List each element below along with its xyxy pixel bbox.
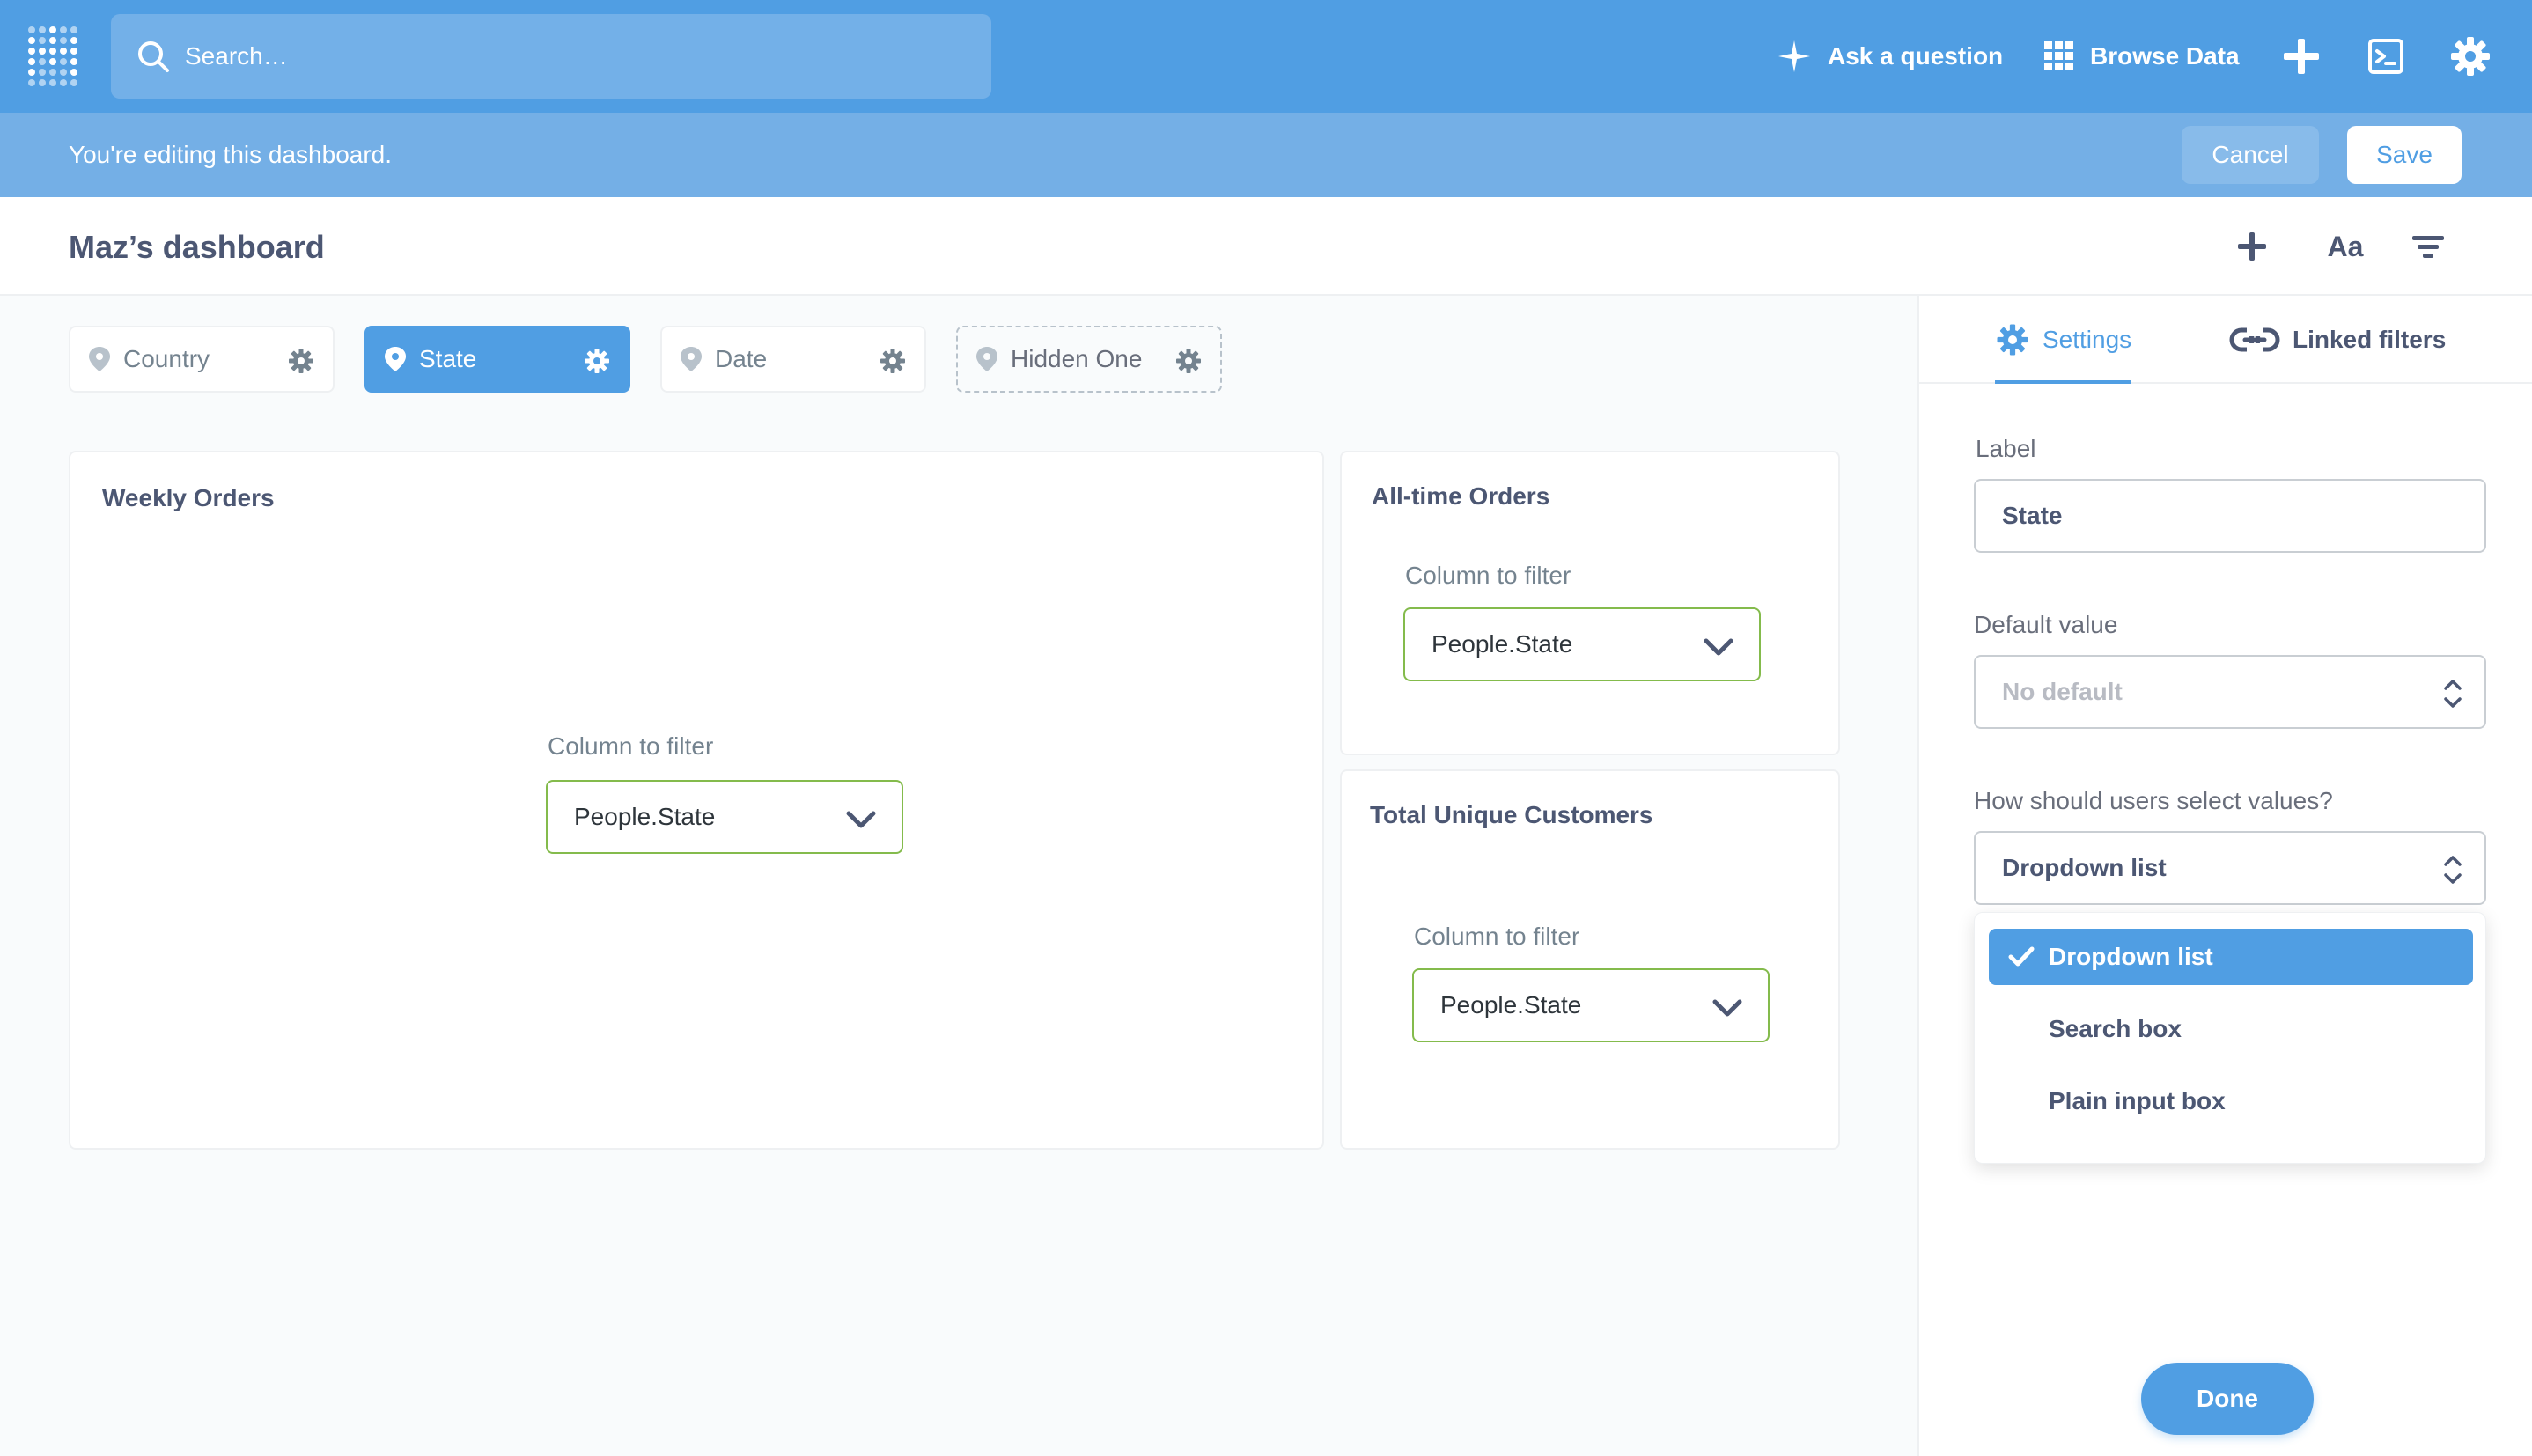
select-method-value: Dropdown list — [2002, 854, 2167, 881]
card-total-unique-customers: Total Unique Customers Column to filter … — [1340, 769, 1840, 1150]
sidebar-tabs: Settings Linked filters — [1919, 296, 2532, 384]
option-label: Dropdown list — [2049, 943, 2213, 970]
location-pin-icon — [976, 347, 997, 371]
edit-mode-bar: You're editing this dashboard. Cancel Sa… — [0, 113, 2532, 197]
gear-icon[interactable] — [583, 347, 611, 375]
tab-settings[interactable]: Settings — [1995, 296, 2132, 384]
browse-data-label: Browse Data — [2090, 42, 2240, 70]
link-icon — [2229, 327, 2280, 352]
settings-gear-icon[interactable] — [2449, 35, 2492, 77]
card-title: All-time Orders — [1372, 482, 1550, 510]
grid-icon — [2044, 41, 2073, 70]
card-title: Weekly Orders — [102, 484, 275, 511]
gear-icon[interactable] — [1174, 347, 1203, 375]
column-to-filter-label: Column to filter — [1414, 923, 1580, 950]
browse-data-button[interactable]: Browse Data — [2044, 0, 2240, 113]
up-down-chevron-icon — [2444, 680, 2462, 708]
column-select[interactable]: People.State — [1403, 607, 1761, 681]
filter-label: Hidden One — [1011, 345, 1143, 372]
chevron-down-icon — [846, 811, 876, 828]
tab-linked-filters-label: Linked filters — [2293, 326, 2447, 353]
option-dropdown-list[interactable]: Dropdown list — [1989, 929, 2473, 985]
filter-country[interactable]: Country — [69, 326, 335, 393]
add-filter-icon[interactable] — [2407, 225, 2449, 268]
select-method-label: How should users select values? — [1974, 787, 2333, 814]
checkmark-icon — [2008, 946, 2035, 967]
default-value-select[interactable]: No default — [1974, 655, 2486, 729]
column-select[interactable]: People.State — [546, 780, 903, 854]
done-button[interactable]: Done — [2141, 1363, 2314, 1435]
new-plus-icon[interactable] — [2280, 35, 2322, 77]
cancel-button[interactable]: Cancel — [2182, 126, 2319, 184]
filter-hidden-one[interactable]: Hidden One — [956, 326, 1222, 393]
option-search-box[interactable]: Search box — [1989, 1001, 2473, 1057]
location-pin-icon — [681, 347, 702, 371]
filter-date[interactable]: Date — [660, 326, 926, 393]
sql-terminal-icon[interactable] — [2365, 35, 2407, 77]
default-value-label: Default value — [1974, 611, 2118, 638]
card-weekly-orders: Weekly Orders Column to filter People.St… — [69, 451, 1324, 1150]
filter-settings-sidebar: Settings Linked filters Label State Defa… — [1917, 296, 2532, 1456]
tab-linked-filters[interactable]: Linked filters — [2229, 296, 2446, 384]
filter-label: State — [419, 345, 477, 372]
column-select[interactable]: People.State — [1412, 968, 1770, 1042]
select-method-select[interactable]: Dropdown list — [1974, 831, 2486, 905]
dashboard-title[interactable]: Maz’s dashboard — [69, 229, 325, 266]
dashboard-header: Maz’s dashboard Aa — [0, 197, 2532, 296]
sparkle-icon — [1778, 40, 1810, 72]
gear-icon — [1997, 324, 2028, 356]
search-bar[interactable] — [111, 14, 991, 99]
gear-icon[interactable] — [287, 347, 315, 375]
column-to-filter-label: Column to filter — [1405, 562, 1571, 589]
up-down-chevron-icon — [2444, 856, 2462, 884]
card-all-time-orders: All-time Orders Column to filter People.… — [1340, 451, 1840, 755]
location-pin-icon — [385, 347, 406, 371]
gear-icon[interactable] — [879, 347, 907, 375]
label-input[interactable]: State — [1974, 479, 2486, 553]
option-plain-input-box[interactable]: Plain input box — [1989, 1073, 2473, 1129]
column-to-filter-label: Column to filter — [548, 732, 714, 760]
save-button[interactable]: Save — [2347, 126, 2462, 184]
column-select-value: People.State — [1440, 991, 1582, 1018]
add-text-icon[interactable]: Aa — [2319, 225, 2372, 268]
add-card-plus-icon[interactable] — [2231, 225, 2273, 268]
card-title: Total Unique Customers — [1370, 801, 1653, 828]
default-value-text: No default — [2002, 678, 2123, 705]
search-input[interactable] — [185, 42, 889, 70]
filter-label: Country — [123, 345, 210, 372]
location-pin-icon — [89, 347, 110, 371]
select-method-dropdown: Dropdown list Search box Plain input box — [1974, 912, 2486, 1164]
edit-mode-message: You're editing this dashboard. — [69, 141, 393, 168]
top-nav: Ask a question Browse Data — [0, 0, 2532, 113]
chevron-down-icon — [1704, 638, 1733, 656]
tab-settings-label: Settings — [2043, 326, 2132, 353]
search-icon — [138, 41, 169, 72]
chevron-down-icon — [1712, 999, 1742, 1017]
column-select-value: People.State — [1432, 630, 1573, 658]
ask-question-label: Ask a question — [1828, 42, 2004, 70]
column-select-value: People.State — [574, 803, 716, 830]
ask-question-button[interactable]: Ask a question — [1777, 0, 2003, 113]
filter-state[interactable]: State — [364, 326, 630, 393]
option-label: Plain input box — [2049, 1087, 2226, 1114]
option-label: Search box — [2049, 1015, 2182, 1042]
label-field-label: Label — [1976, 435, 2036, 462]
filter-label: Date — [715, 345, 768, 372]
metabase-logo-icon[interactable] — [26, 25, 79, 88]
